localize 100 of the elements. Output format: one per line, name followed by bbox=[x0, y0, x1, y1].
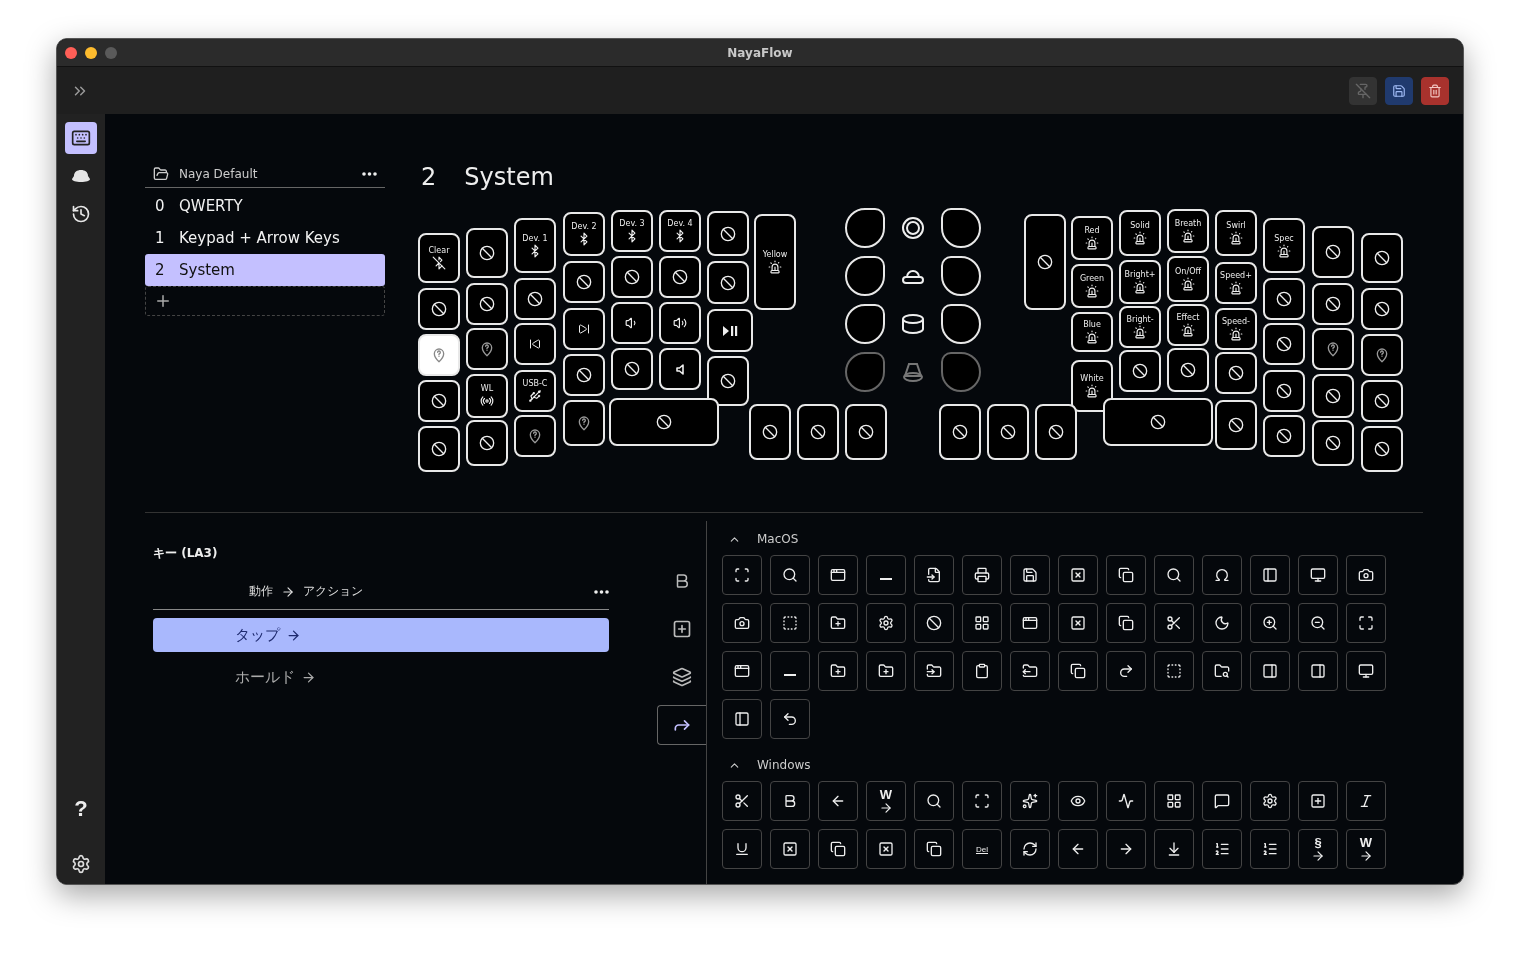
action-button[interactable] bbox=[1106, 603, 1146, 643]
action-row[interactable]: ホールド bbox=[153, 660, 609, 694]
settings-button[interactable] bbox=[71, 854, 91, 874]
key[interactable] bbox=[514, 415, 556, 457]
action-button[interactable] bbox=[818, 651, 858, 691]
action-button[interactable] bbox=[770, 829, 810, 869]
action-button[interactable] bbox=[1154, 603, 1194, 643]
key[interactable] bbox=[1263, 323, 1305, 365]
key[interactable] bbox=[563, 354, 605, 396]
key[interactable] bbox=[797, 404, 839, 460]
action-button[interactable] bbox=[914, 829, 954, 869]
action-button[interactable] bbox=[722, 555, 762, 595]
key[interactable] bbox=[1361, 233, 1403, 283]
key[interactable] bbox=[466, 420, 508, 466]
action-button[interactable] bbox=[1058, 603, 1098, 643]
key[interactable] bbox=[418, 426, 460, 472]
key[interactable]: Solid bbox=[1119, 210, 1161, 256]
key[interactable] bbox=[418, 288, 460, 330]
action-button[interactable] bbox=[722, 651, 762, 691]
action-button[interactable] bbox=[1202, 781, 1242, 821]
action-button[interactable] bbox=[1058, 829, 1098, 869]
key[interactable] bbox=[609, 398, 719, 446]
key[interactable] bbox=[987, 404, 1029, 460]
action-button[interactable] bbox=[1346, 651, 1386, 691]
key[interactable]: White bbox=[1071, 360, 1113, 412]
key[interactable] bbox=[1361, 426, 1403, 472]
key[interactable] bbox=[1312, 283, 1354, 325]
action-button[interactable] bbox=[1298, 781, 1338, 821]
action-button[interactable] bbox=[1250, 829, 1290, 869]
key[interactable] bbox=[1263, 370, 1305, 412]
key[interactable]: Red bbox=[1071, 216, 1113, 260]
key[interactable] bbox=[563, 261, 605, 303]
action-button[interactable] bbox=[818, 555, 858, 595]
more-button[interactable] bbox=[594, 589, 609, 594]
key[interactable] bbox=[749, 404, 791, 460]
key[interactable] bbox=[659, 302, 701, 344]
action-button[interactable] bbox=[1298, 651, 1338, 691]
action-button[interactable] bbox=[1010, 781, 1050, 821]
action-button[interactable] bbox=[818, 781, 858, 821]
layer-item[interactable]: 1 Keypad + Arrow Keys bbox=[145, 222, 385, 254]
action-button[interactable] bbox=[818, 829, 858, 869]
key[interactable] bbox=[1024, 214, 1066, 310]
key[interactable] bbox=[466, 228, 508, 278]
action-button[interactable] bbox=[770, 555, 810, 595]
action-button[interactable] bbox=[1058, 555, 1098, 595]
key[interactable] bbox=[611, 302, 653, 344]
action-button[interactable] bbox=[1106, 781, 1146, 821]
key[interactable] bbox=[1263, 278, 1305, 320]
key[interactable] bbox=[1312, 374, 1354, 418]
key[interactable]: Dev. 4 bbox=[659, 210, 701, 252]
category-tab[interactable] bbox=[657, 705, 706, 745]
action-button[interactable] bbox=[722, 829, 762, 869]
action-button[interactable] bbox=[1298, 603, 1338, 643]
action-button[interactable] bbox=[770, 781, 810, 821]
action-button[interactable] bbox=[962, 555, 1002, 595]
action-button[interactable] bbox=[866, 829, 906, 869]
layer-item[interactable]: 2 System bbox=[145, 254, 385, 286]
action-button[interactable] bbox=[1010, 829, 1050, 869]
action-button[interactable] bbox=[1346, 603, 1386, 643]
delete-button[interactable] bbox=[1421, 76, 1449, 105]
key[interactable]: Dev. 3 bbox=[611, 210, 653, 252]
help-button[interactable]: ? bbox=[74, 796, 88, 822]
save-button[interactable] bbox=[1385, 76, 1413, 105]
key[interactable]: Dev. 2 bbox=[563, 212, 605, 256]
action-button[interactable]: Del bbox=[962, 829, 1002, 869]
window-control[interactable] bbox=[85, 46, 97, 59]
action-button[interactable] bbox=[1010, 651, 1050, 691]
key[interactable]: Green bbox=[1071, 264, 1113, 308]
action-button[interactable]: § bbox=[1298, 829, 1338, 869]
action-button[interactable] bbox=[1058, 651, 1098, 691]
action-button[interactable] bbox=[1250, 651, 1290, 691]
key[interactable] bbox=[707, 211, 749, 256]
action-button[interactable] bbox=[1010, 603, 1050, 643]
key[interactable] bbox=[1263, 415, 1305, 457]
action-button[interactable] bbox=[818, 603, 858, 643]
key[interactable] bbox=[1361, 380, 1403, 422]
action-button[interactable] bbox=[1010, 555, 1050, 595]
action-row[interactable]: タップ bbox=[153, 618, 609, 652]
key[interactable] bbox=[1103, 398, 1213, 446]
layer-item[interactable]: 0 QWERTY bbox=[145, 190, 385, 222]
key[interactable]: Bright+ bbox=[1119, 260, 1161, 304]
key[interactable]: Clear bbox=[418, 233, 460, 283]
key[interactable] bbox=[466, 328, 508, 370]
key[interactable] bbox=[1215, 352, 1257, 394]
key[interactable]: USB-C bbox=[514, 370, 556, 412]
key[interactable]: Yellow bbox=[754, 214, 796, 310]
key[interactable] bbox=[418, 380, 460, 422]
action-button[interactable] bbox=[1202, 555, 1242, 595]
action-button[interactable] bbox=[1202, 603, 1242, 643]
key[interactable]: Effect bbox=[1167, 304, 1209, 346]
action-button[interactable] bbox=[962, 603, 1002, 643]
key[interactable]: On/Off bbox=[1167, 256, 1209, 302]
key[interactable] bbox=[707, 356, 749, 406]
key[interactable] bbox=[1361, 334, 1403, 376]
action-button[interactable] bbox=[1106, 829, 1146, 869]
action-button[interactable] bbox=[1202, 829, 1242, 869]
action-button[interactable] bbox=[770, 699, 810, 739]
key[interactable] bbox=[514, 323, 556, 365]
action-button[interactable] bbox=[914, 603, 954, 643]
key[interactable] bbox=[659, 256, 701, 298]
